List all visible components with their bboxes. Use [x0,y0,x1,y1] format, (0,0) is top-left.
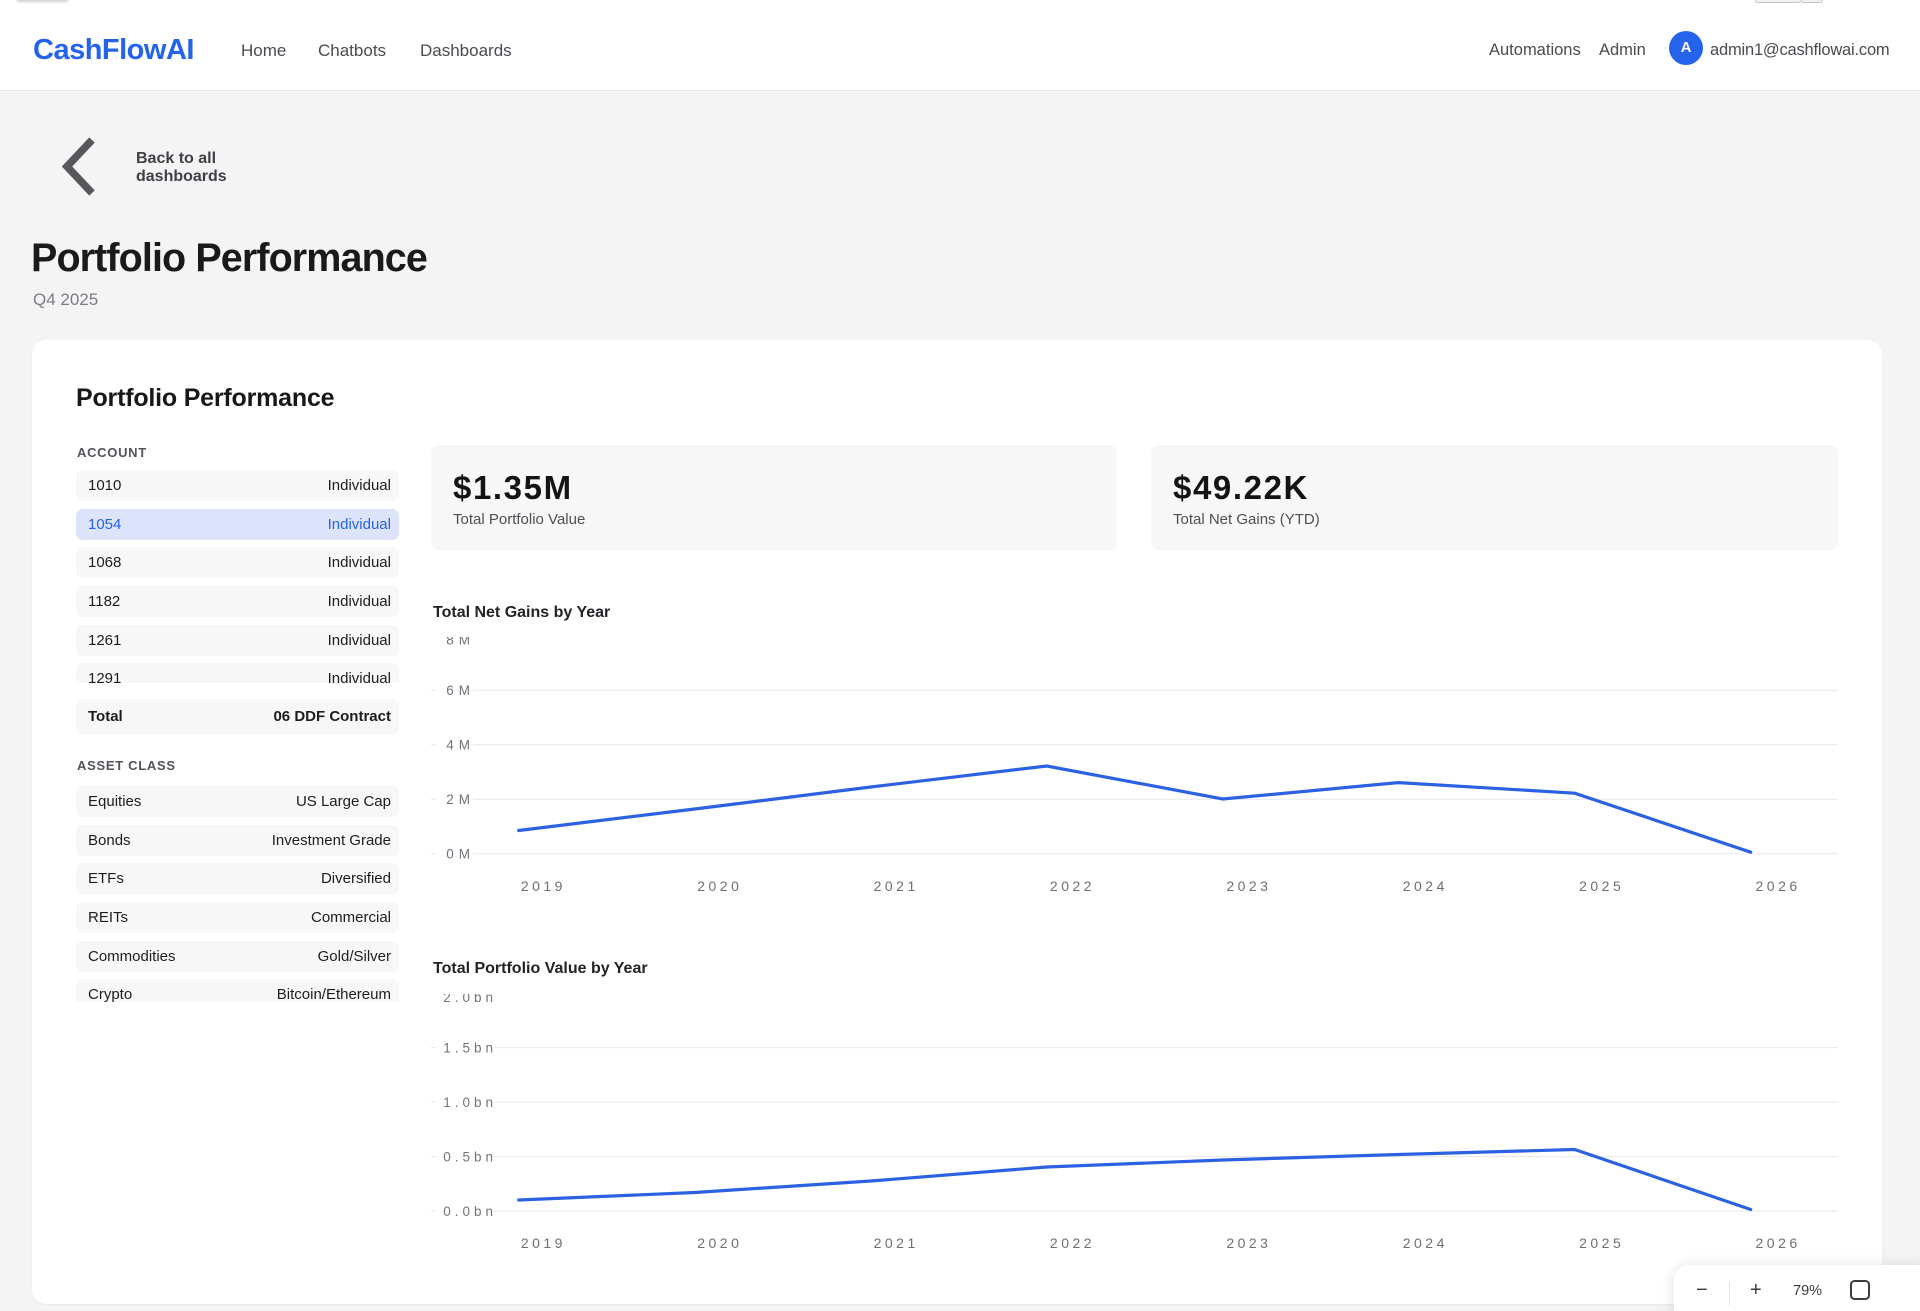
svg-text:2026: 2026 [1756,1235,1801,1251]
svg-text:8M: 8M [446,637,475,648]
svg-text:0.5bn: 0.5bn [443,1149,497,1164]
svg-text:4M: 4M [446,738,475,753]
svg-text:2M: 2M [446,792,475,807]
svg-text:2023: 2023 [1226,1235,1271,1251]
svg-text:2022: 2022 [1050,1235,1095,1251]
svg-text:0M: 0M [446,847,475,862]
svg-text:2019: 2019 [521,878,566,894]
svg-text:2024: 2024 [1403,878,1448,894]
svg-text:6M: 6M [446,683,475,698]
svg-text:2022: 2022 [1050,878,1095,894]
svg-text:2024: 2024 [1403,1235,1448,1251]
svg-text:2025: 2025 [1579,1235,1624,1251]
svg-text:0.0bn: 0.0bn [443,1204,497,1219]
svg-text:2026: 2026 [1756,878,1801,894]
svg-text:2.0bn: 2.0bn [443,994,497,1005]
svg-text:2021: 2021 [874,1235,919,1251]
svg-text:2021: 2021 [874,878,919,894]
svg-text:2019: 2019 [521,1235,566,1251]
svg-text:1.5bn: 1.5bn [443,1040,497,1055]
svg-text:2020: 2020 [697,1235,742,1251]
svg-text:2020: 2020 [697,878,742,894]
svg-text:1.0bn: 1.0bn [443,1095,497,1110]
svg-text:2025: 2025 [1579,878,1624,894]
svg-text:2023: 2023 [1226,878,1271,894]
